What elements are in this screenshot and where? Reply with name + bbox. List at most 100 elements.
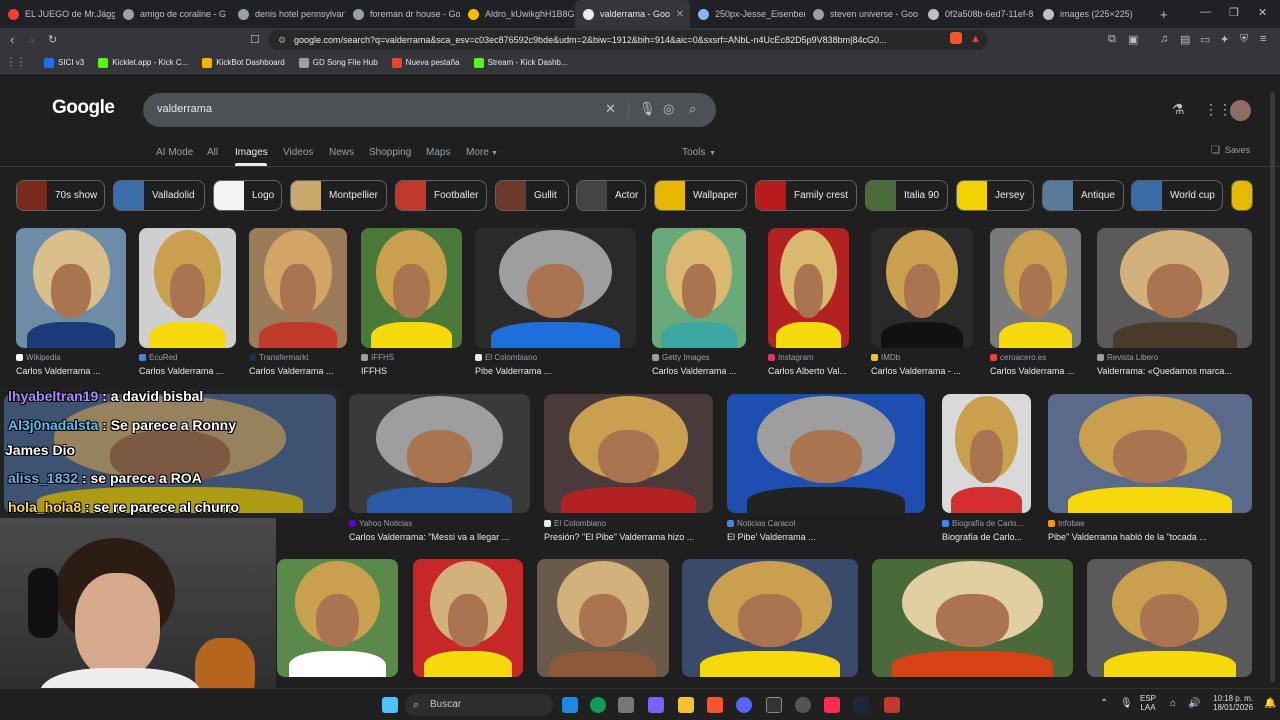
tab-news[interactable]: News <box>329 147 354 158</box>
result-source[interactable]: El Colombiano <box>544 519 713 528</box>
image-result[interactable] <box>277 559 398 677</box>
related-chip[interactable]: Family crest <box>755 180 857 211</box>
browser-tab[interactable]: foreman dr house - Go <box>345 0 460 28</box>
browser-tab[interactable]: EL JUEGO de Mr.Jägger <box>0 0 115 28</box>
vpn-icon[interactable]: ⛨ <box>1240 33 1248 46</box>
language-indicator[interactable]: ESP LAA <box>1140 694 1156 712</box>
related-chip[interactable]: Montpellier <box>290 180 387 211</box>
google-apps-icon[interactable]: ⋮⋮ <box>1204 101 1232 118</box>
result-source[interactable]: IMDb <box>871 353 973 362</box>
app-icon[interactable] <box>884 697 900 713</box>
image-result[interactable] <box>139 228 236 348</box>
tab-videos[interactable]: Videos <box>283 147 313 158</box>
google-logo[interactable]: Google <box>52 97 115 119</box>
tab-images[interactable]: Images <box>235 147 268 158</box>
clear-icon[interactable]: ✕ <box>605 101 616 117</box>
result-caption[interactable]: Carlos Valderrama: "Messi va a llegar ..… <box>349 532 535 542</box>
image-result[interactable] <box>1048 394 1252 513</box>
result-source[interactable]: Revista Libero <box>1097 353 1252 362</box>
taskbar-search[interactable]: ⌕ Buscar <box>405 694 553 716</box>
result-caption[interactable]: Carlos Valderrama ... <box>16 366 131 376</box>
related-chip[interactable]: Italia 90 <box>865 180 948 211</box>
labs-icon[interactable]: ⚗ <box>1172 101 1185 118</box>
result-source[interactable]: El Colombiano <box>475 353 636 362</box>
brave-icon[interactable] <box>707 697 723 713</box>
browser-tab[interactable]: amigo de coraline - G <box>115 0 230 28</box>
image-result[interactable] <box>1087 559 1252 677</box>
tab-maps[interactable]: Maps <box>426 147 450 158</box>
related-chip[interactable]: Actor <box>576 180 646 211</box>
browser-tab-active[interactable]: valderrama - Goo ✕ <box>575 0 690 28</box>
related-chip[interactable]: Jersey <box>956 180 1034 211</box>
reload-icon[interactable]: ↻ <box>48 33 57 46</box>
obs-icon[interactable] <box>795 697 811 713</box>
result-caption[interactable]: Biografía de Carlo... <box>942 532 1036 542</box>
related-chip[interactable]: 70s show <box>16 180 105 211</box>
image-result[interactable] <box>361 228 462 348</box>
epic-games-icon[interactable] <box>766 697 782 713</box>
back-icon[interactable]: ‹ <box>10 32 14 47</box>
new-tab-icon[interactable]: + <box>1160 7 1168 22</box>
image-result[interactable] <box>249 228 347 348</box>
windows-start-icon[interactable] <box>382 697 398 713</box>
edge-icon[interactable] <box>590 697 606 713</box>
browser-tab[interactable]: steven universe - Goo <box>805 0 920 28</box>
related-chip[interactable]: World cup <box>1131 180 1223 211</box>
image-result[interactable] <box>990 228 1081 348</box>
tab-more[interactable]: More <box>466 147 489 158</box>
result-caption[interactable]: Carlos Valderrama - ... <box>871 366 978 376</box>
close-window-icon[interactable]: ✕ <box>1258 6 1267 19</box>
result-source[interactable]: Transfermarkt <box>249 353 347 362</box>
maximize-icon[interactable]: ❐ <box>1229 6 1239 19</box>
result-source[interactable]: Noticias Caracol <box>727 519 925 528</box>
result-source[interactable]: EcuRed <box>139 353 236 362</box>
tools-button[interactable]: Tools <box>682 147 705 158</box>
related-chip[interactable]: Footballer <box>395 180 487 211</box>
task-view-icon[interactable] <box>562 697 578 713</box>
notifications-icon[interactable]: 🔔 <box>1264 698 1276 709</box>
network-icon[interactable]: ⌂ <box>1170 698 1176 709</box>
browser-tab[interactable]: 0f2a508b-6ed7-11ef-8 <box>920 0 1035 28</box>
result-caption[interactable]: Presión? "El Pibe" Valderrama hizo ... <box>544 532 718 542</box>
search-box[interactable]: valderrama ✕ 🎙 ◎ ⌕ <box>143 93 716 127</box>
brave-shield-icon[interactable] <box>950 32 962 44</box>
result-caption[interactable]: Carlos Valderrama ... <box>990 366 1086 376</box>
related-chip[interactable]: Logo <box>213 180 282 211</box>
result-source[interactable]: ceroacero.es <box>990 353 1081 362</box>
tab-ai-mode[interactable]: AI Mode <box>156 147 193 158</box>
microphone-icon[interactable]: 🎙 <box>1120 698 1133 709</box>
bookmark-star-icon[interactable]: ☐ <box>250 33 260 46</box>
result-caption[interactable]: Pibe" Valderrama habló de la "tocada ... <box>1048 532 1257 542</box>
image-result[interactable] <box>413 559 523 677</box>
bookmark[interactable]: Nueva pestaña <box>391 57 460 68</box>
tiktok-icon[interactable] <box>824 697 840 713</box>
copilot-icon[interactable] <box>648 697 664 713</box>
result-source[interactable]: Biografía de Carlo... <box>942 519 1031 528</box>
image-result[interactable] <box>872 559 1073 677</box>
lens-icon[interactable]: ◎ <box>663 101 674 117</box>
screenshot-icon[interactable]: ▣ <box>1128 33 1138 46</box>
result-source[interactable]: Infobae <box>1048 519 1252 528</box>
image-result[interactable] <box>871 228 973 348</box>
image-result[interactable] <box>652 228 746 348</box>
media-icon[interactable]: ♫ <box>1160 33 1168 45</box>
avatar[interactable] <box>1230 100 1251 121</box>
discord-icon[interactable] <box>736 697 752 713</box>
result-source[interactable]: Getty Images <box>652 353 746 362</box>
result-caption[interactable]: Carlos Alberto Val... <box>768 366 854 376</box>
result-source[interactable]: Wikipedia <box>16 353 126 362</box>
result-caption[interactable]: IFFHS <box>361 366 467 376</box>
related-chip[interactable]: Gullit <box>495 180 569 211</box>
menu-icon[interactable]: ≡ <box>1260 33 1266 45</box>
site-info-icon[interactable]: ⚙ <box>278 30 286 50</box>
image-result[interactable] <box>537 559 669 677</box>
image-result[interactable] <box>475 228 636 348</box>
volume-icon[interactable]: 🔊 <box>1188 698 1200 709</box>
image-result[interactable] <box>349 394 530 513</box>
tab-all[interactable]: All <box>207 147 218 158</box>
image-result[interactable] <box>16 228 126 348</box>
image-result[interactable] <box>682 559 858 677</box>
result-caption[interactable]: El Pibe' Valderrama ... <box>727 532 930 542</box>
bookmark[interactable]: SICI v3 <box>44 57 84 68</box>
browser-tab[interactable]: 250px-Jesse_Eisenberg <box>690 0 805 28</box>
